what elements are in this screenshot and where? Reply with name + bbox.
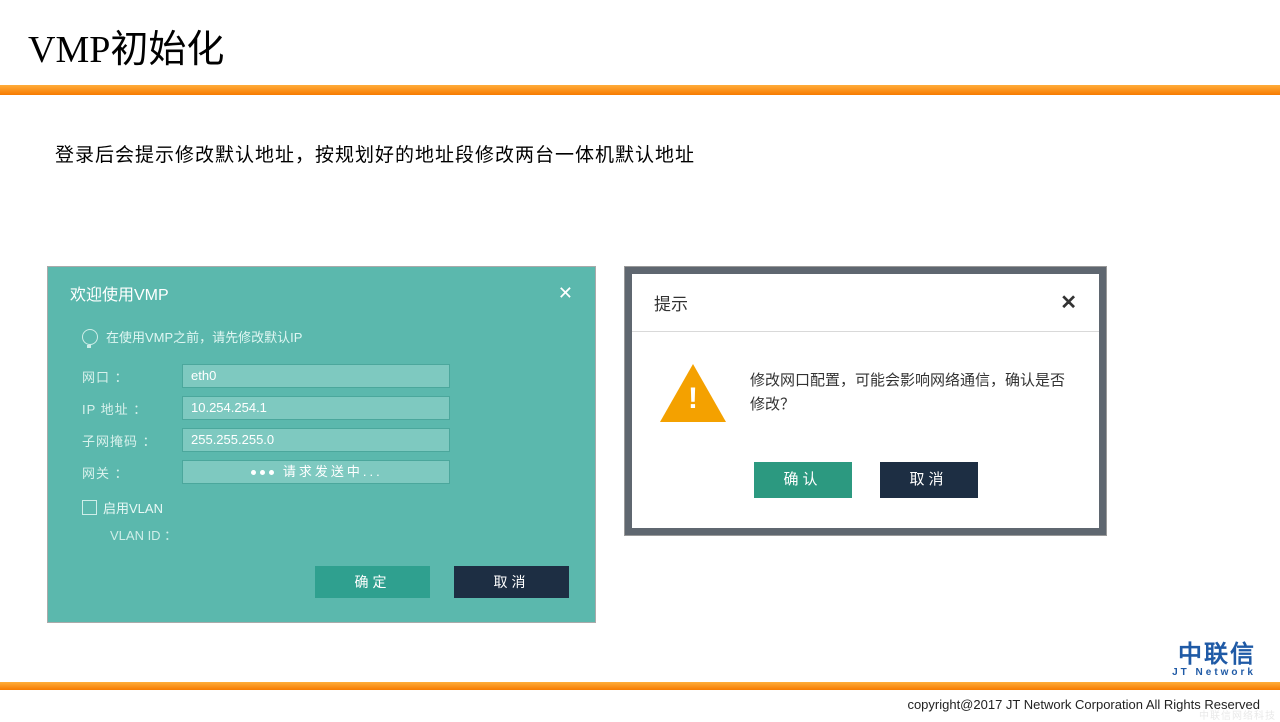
confirm-cancel-button[interactable]: 取消: [880, 462, 978, 498]
confirm-dialog: 提示 ✕ ! 修改网口配置，可能会影响网络通信，确认是否修改？ 确认 取消: [625, 267, 1106, 535]
warning-exclamation: !: [688, 382, 698, 416]
panels-row: 欢迎使用VMP ✕ 在使用VMP之前，请先修改默认IP 网口 ： eth0 IP…: [0, 167, 1280, 622]
brand-logo: 中联信 JT Network: [1172, 643, 1256, 678]
vmp-ok-button[interactable]: 确定: [315, 566, 430, 598]
vmp-panel-title: 欢迎使用VMP: [70, 281, 169, 305]
vmp-tip-text: 在使用VMP之前，请先修改默认IP: [106, 327, 302, 346]
input-mask[interactable]: 255.255.255.0: [182, 428, 450, 452]
confirm-title: 提示: [654, 290, 688, 315]
lightbulb-icon: [82, 329, 98, 345]
close-icon[interactable]: ✕: [558, 283, 573, 304]
label-vlan-id: VLAN ID ：: [110, 528, 177, 543]
vmp-tip-row: 在使用VMP之前，请先修改默认IP: [48, 313, 595, 360]
vmp-button-row: 确定 取消: [48, 566, 595, 622]
input-port[interactable]: eth0: [182, 364, 450, 388]
label-gateway: 网关 ：: [82, 463, 182, 482]
input-gateway-loading[interactable]: 请求发送中...: [182, 460, 450, 484]
confirm-message: 修改网口配置，可能会影响网络通信，确认是否修改？: [750, 369, 1073, 417]
top-divider: [0, 85, 1280, 95]
warning-icon: !: [660, 364, 726, 422]
row-mask: 子网掩码 ： 255.255.255.0: [48, 424, 595, 456]
confirm-button-row: 确认 取消: [632, 462, 1099, 528]
row-gateway: 网关 ： 请求发送中...: [48, 456, 595, 488]
slide-body-text: 登录后会提示修改默认地址，按规划好的地址段修改两台一体机默认地址: [0, 95, 1280, 167]
label-ip: IP 地址 ：: [82, 399, 182, 418]
label-mask: 子网掩码 ：: [82, 431, 182, 450]
row-port: 网口 ： eth0: [48, 360, 595, 392]
confirm-body: ! 修改网口配置，可能会影响网络通信，确认是否修改？: [632, 332, 1099, 462]
brand-logo-cn: 中联信: [1172, 643, 1256, 667]
confirm-ok-button[interactable]: 确认: [754, 462, 852, 498]
vmp-panel-header: 欢迎使用VMP ✕: [48, 267, 595, 313]
loading-text: 请求发送中...: [283, 464, 383, 479]
row-enable-vlan[interactable]: 启用VLAN: [48, 488, 595, 521]
close-icon[interactable]: ✕: [1060, 290, 1077, 315]
label-port: 网口 ：: [82, 367, 182, 386]
loading-dots-icon: [249, 461, 276, 483]
label-enable-vlan: 启用VLAN: [103, 498, 163, 517]
confirm-header: 提示 ✕: [632, 274, 1099, 332]
vmp-cancel-button[interactable]: 取消: [454, 566, 569, 598]
slide-title: VMP初始化: [0, 0, 1280, 85]
row-ip: IP 地址 ： 10.254.254.1: [48, 392, 595, 424]
row-vlan-id: VLAN ID ：: [48, 521, 595, 566]
brand-logo-en: JT Network: [1172, 667, 1256, 678]
checkbox-icon[interactable]: [82, 500, 97, 515]
input-ip[interactable]: 10.254.254.1: [182, 396, 450, 420]
vmp-welcome-panel: 欢迎使用VMP ✕ 在使用VMP之前，请先修改默认IP 网口 ： eth0 IP…: [48, 267, 595, 622]
bottom-divider: [0, 682, 1280, 690]
